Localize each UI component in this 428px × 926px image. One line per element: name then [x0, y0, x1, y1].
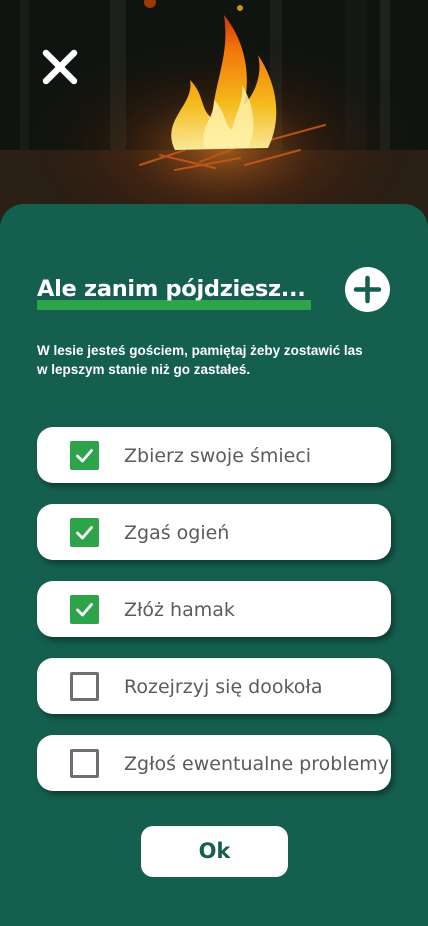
checkmark-icon [76, 526, 93, 540]
checklist-item-label: Złóż hamak [124, 599, 235, 621]
checklist-item-zgas-ogien[interactable]: Zgaś ogień [37, 504, 391, 560]
close-button[interactable] [38, 45, 82, 89]
checklist-sheet: Ale zanim pójdziesz... W lesie jesteś go… [0, 204, 428, 926]
dialog-title: Ale zanim pójdziesz... [37, 276, 306, 302]
checkmark-icon [76, 603, 93, 617]
add-button[interactable] [345, 267, 390, 312]
checkbox-checked[interactable] [70, 441, 99, 470]
checklist-item-label: Rozejrzyj się dookoła [124, 676, 323, 698]
intro-text: W lesie jesteś gościem, pamiętaj żeby zo… [37, 343, 363, 377]
checklist-item-rozejrzyj-sie[interactable]: Rozejrzyj się dookoła [37, 658, 391, 714]
checkbox-unchecked[interactable] [70, 749, 99, 778]
checkbox-checked[interactable] [70, 518, 99, 547]
checklist: Zbierz swoje śmieci Zgaś ogień Złóż hama… [37, 427, 391, 812]
dialog-title-wrap: Ale zanim pójdziesz... [37, 276, 327, 316]
plus-icon [353, 275, 382, 304]
checkmark-icon [76, 449, 93, 463]
ok-button[interactable]: Ok [141, 826, 288, 877]
checklist-item-label: Zgłoś ewentualne problemy [124, 753, 390, 775]
checklist-item-label: Zbierz swoje śmieci [124, 445, 312, 467]
checklist-item-label: Zgaś ogień [124, 522, 230, 544]
checklist-item-zloz-hamak[interactable]: Złóż hamak [37, 581, 391, 637]
checkbox-checked[interactable] [70, 595, 99, 624]
checklist-item-zbierz-smieci[interactable]: Zbierz swoje śmieci [37, 427, 391, 483]
checkbox-unchecked[interactable] [70, 672, 99, 701]
checklist-item-zglos-problemy[interactable]: Zgłoś ewentualne problemy [37, 735, 391, 791]
close-icon [42, 49, 78, 85]
